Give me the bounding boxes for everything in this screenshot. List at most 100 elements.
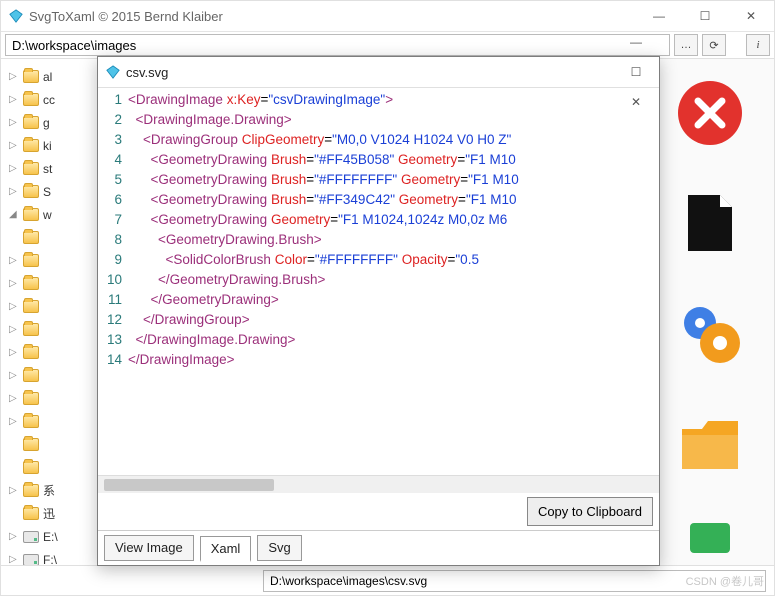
tree-item[interactable]: ▷ cc — [9, 88, 97, 111]
tree-item[interactable]: ◢w — [9, 203, 97, 226]
folder-icon — [23, 70, 39, 83]
tree-label: 系 — [43, 482, 55, 499]
expand-icon[interactable]: ▷ — [9, 554, 19, 565]
refresh-button[interactable]: ⟳ — [702, 34, 726, 56]
scroll-thumb[interactable] — [104, 479, 274, 491]
modal-minimize-button[interactable]: — — [613, 27, 659, 57]
preview-icon — [676, 519, 744, 559]
expand-icon[interactable]: ▷ — [9, 324, 19, 335]
expand-icon[interactable]: ▷ — [9, 301, 19, 312]
app-icon — [9, 9, 23, 23]
path-input[interactable] — [5, 34, 670, 56]
code-editor[interactable]: 1234567891011121314 <DrawingImage x:Key=… — [98, 87, 659, 475]
preview-icon — [676, 299, 744, 367]
folder-icon — [23, 369, 39, 382]
folder-icon — [23, 185, 39, 198]
browse-button[interactable]: … — [674, 34, 698, 56]
folder-icon — [23, 231, 39, 244]
tree-item[interactable]: ▷ ki — [9, 134, 97, 157]
tree-item[interactable]: ▷ — [9, 387, 97, 410]
tree-item[interactable]: ▷ — [9, 410, 97, 433]
tree-label: al — [43, 70, 52, 84]
watermark: CSDN @卷儿哥 — [686, 573, 764, 589]
modal-tab-strip: View ImageXamlSvg — [98, 530, 659, 565]
tab-svg[interactable]: Svg — [257, 535, 301, 561]
expand-icon[interactable]: ▷ — [9, 255, 19, 266]
folder-icon — [23, 323, 39, 336]
expand-icon[interactable]: ▷ — [9, 278, 19, 289]
tree-label: w — [43, 208, 52, 222]
expand-icon[interactable]: ▷ — [9, 485, 19, 496]
expand-icon[interactable]: ▷ — [9, 71, 19, 82]
tree-item[interactable]: ▷ — [9, 318, 97, 341]
folder-icon — [23, 300, 39, 313]
tree-label: 迅 — [43, 505, 55, 522]
expand-icon[interactable]: ▷ — [9, 393, 19, 404]
folder-icon — [23, 415, 39, 428]
tree-item[interactable]: ▷ — [9, 295, 97, 318]
tree-item[interactable] — [9, 226, 97, 249]
tree-label: ki — [43, 139, 52, 153]
tree-item[interactable] — [9, 456, 97, 479]
tree-item[interactable]: ▷F:\ — [9, 548, 97, 565]
modal-titlebar: csv.svg — ☐ ✕ — [98, 57, 659, 87]
tree-item[interactable]: ▷ — [9, 341, 97, 364]
expand-icon[interactable]: ▷ — [9, 163, 19, 174]
folder-icon — [23, 461, 39, 474]
folder-tree[interactable]: ▷al▷cc▷g▷ki▷st▷S◢w▷▷▷▷▷▷▷▷▷系迅▷E:\▷F:\ — [1, 59, 98, 565]
folder-icon — [23, 392, 39, 405]
status-bar — [1, 565, 774, 595]
preview-icon — [676, 189, 744, 257]
folder-icon — [23, 208, 39, 221]
folder-icon — [23, 484, 39, 497]
modal-title: csv.svg — [126, 65, 168, 80]
folder-icon — [23, 116, 39, 129]
close-button[interactable]: ✕ — [728, 1, 774, 31]
tab-view-image[interactable]: View Image — [104, 535, 194, 561]
folder-icon — [23, 93, 39, 106]
folder-icon — [23, 438, 39, 451]
modal-maximize-button[interactable]: ☐ — [613, 57, 659, 87]
window-title: SvgToXaml © 2015 Bernd Klaiber — [29, 9, 223, 24]
tree-item[interactable]: ▷系 — [9, 479, 97, 502]
folder-icon — [23, 277, 39, 290]
tree-label: g — [43, 116, 50, 130]
tree-item[interactable] — [9, 433, 97, 456]
expand-icon[interactable]: ▷ — [9, 94, 19, 105]
drive-icon — [23, 531, 39, 543]
tree-label: st — [43, 162, 52, 176]
tree-item[interactable]: ▷ st — [9, 157, 97, 180]
expand-icon[interactable]: ▷ — [9, 416, 19, 427]
tree-item[interactable]: ▷ — [9, 272, 97, 295]
expand-icon[interactable]: ▷ — [9, 370, 19, 381]
preview-icon — [676, 409, 744, 477]
tree-item[interactable]: ▷g — [9, 111, 97, 134]
expand-icon[interactable]: ▷ — [9, 140, 19, 151]
expand-icon[interactable]: ◢ — [9, 209, 19, 220]
tree-item[interactable]: ▷ — [9, 249, 97, 272]
tree-item[interactable]: 迅 — [9, 502, 97, 525]
expand-icon[interactable]: ▷ — [9, 347, 19, 358]
tree-label: S — [43, 185, 51, 199]
tree-label: E:\ — [43, 530, 58, 544]
line-gutter: 1234567891011121314 — [98, 88, 128, 475]
tree-item[interactable]: ▷S — [9, 180, 97, 203]
info-button[interactable]: i — [746, 34, 770, 56]
maximize-button[interactable]: ☐ — [682, 1, 728, 31]
tab-xaml[interactable]: Xaml — [200, 536, 252, 562]
folder-icon — [23, 346, 39, 359]
expand-icon[interactable]: ▷ — [9, 531, 19, 542]
tree-item[interactable]: ▷ E:\ — [9, 525, 97, 548]
folder-icon — [23, 254, 39, 267]
app-icon — [106, 65, 120, 79]
tree-item[interactable]: ▷ — [9, 364, 97, 387]
code-preview-window: csv.svg — ☐ ✕ 1234567891011121314 <Drawi… — [97, 56, 660, 566]
copy-clipboard-button[interactable]: Copy to Clipboard — [527, 497, 653, 526]
expand-icon[interactable]: ▷ — [9, 186, 19, 197]
code-content[interactable]: <DrawingImage x:Key="csvDrawingImage"> <… — [128, 88, 659, 475]
drive-icon — [23, 554, 39, 566]
tree-item[interactable]: ▷ al — [9, 65, 97, 88]
horizontal-scrollbar[interactable] — [98, 475, 659, 493]
tree-label: cc — [43, 93, 55, 107]
expand-icon[interactable]: ▷ — [9, 117, 19, 128]
